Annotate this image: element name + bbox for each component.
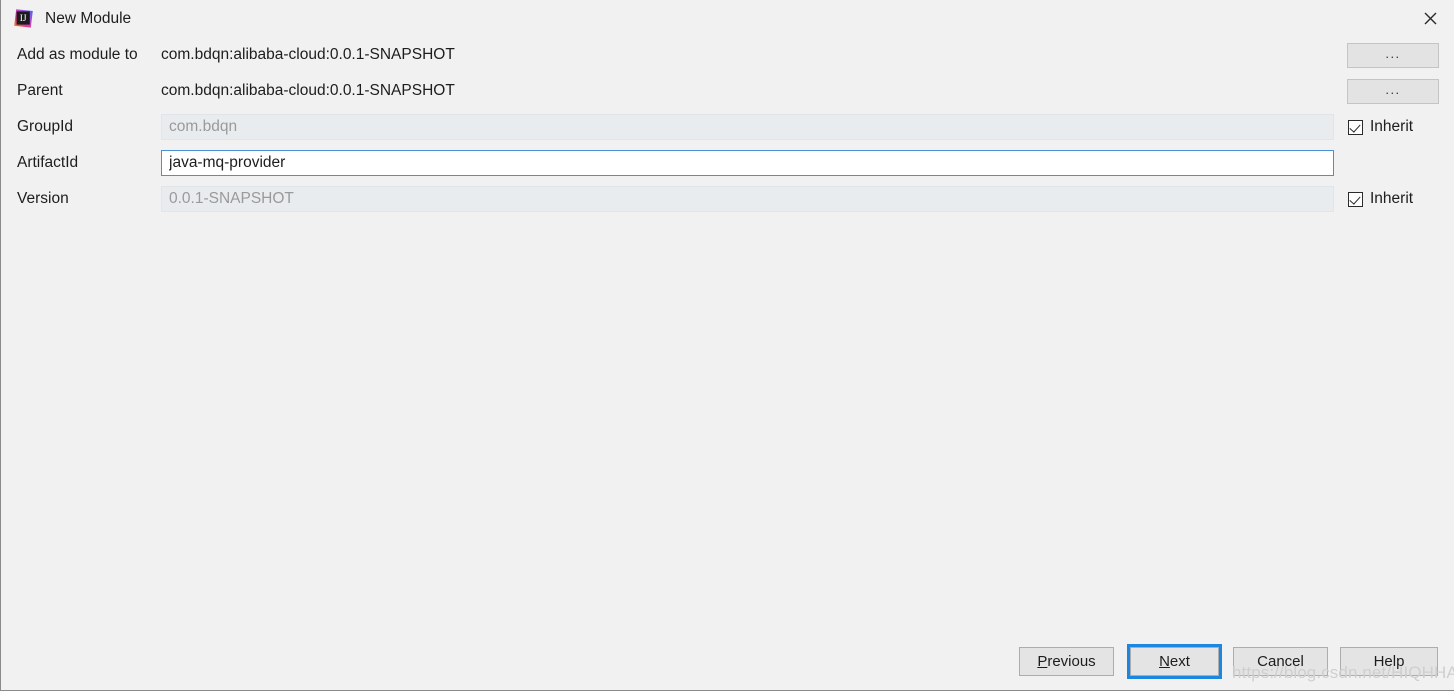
form-row-add-as-module-to: Add as module to com.bdqn:alibaba-cloud:… [1, 37, 1454, 73]
form-row-artifactid: ArtifactId [1, 145, 1454, 181]
label-artifactid: ArtifactId [17, 154, 79, 171]
label-add-as-module-to: Add as module to [17, 46, 138, 63]
value-parent: com.bdqn:alibaba-cloud:0.0.1-SNAPSHOT [161, 82, 455, 99]
dialog-title-bar: IJ New Module [1, 0, 1454, 37]
dialog-button-bar: Previous Next Cancel Help [1, 635, 1454, 690]
checkbox-checked-icon [1348, 119, 1363, 135]
groupid-inherit-label: Inherit [1370, 118, 1414, 135]
next-mnemonic: N [1159, 653, 1170, 670]
groupid-input[interactable] [161, 114, 1334, 140]
version-inherit-checkbox[interactable]: Inherit [1348, 187, 1413, 211]
dialog-title: New Module [45, 10, 132, 27]
next-label: ext [1169, 653, 1190, 670]
intellij-idea-icon: IJ [13, 8, 34, 29]
groupid-inherit-checkbox[interactable]: Inherit [1348, 115, 1413, 139]
new-module-dialog: IJ New Module Add as module to com.bdqn:… [0, 0, 1454, 691]
help-button[interactable]: Help [1340, 647, 1438, 676]
label-groupid: GroupId [17, 118, 74, 135]
browse-add-as-module-to-button[interactable]: ... [1347, 43, 1439, 68]
browse-parent-button[interactable]: ... [1347, 79, 1439, 104]
version-inherit-label: Inherit [1370, 190, 1414, 207]
value-add-as-module-to: com.bdqn:alibaba-cloud:0.0.1-SNAPSHOT [161, 46, 455, 63]
form-row-parent: Parent com.bdqn:alibaba-cloud:0.0.1-SNAP… [1, 73, 1454, 109]
version-input[interactable] [161, 186, 1334, 212]
cancel-button[interactable]: Cancel [1233, 647, 1328, 676]
form-row-groupid: GroupId Inherit [1, 109, 1454, 145]
previous-mnemonic: P [1037, 653, 1048, 670]
label-parent: Parent [17, 82, 63, 99]
previous-label: revious [1047, 653, 1096, 670]
label-version: Version [17, 190, 69, 207]
artifactid-input[interactable] [161, 150, 1334, 176]
checkbox-checked-icon [1348, 191, 1363, 207]
module-form: Add as module to com.bdqn:alibaba-cloud:… [1, 37, 1454, 217]
previous-button[interactable]: Previous [1019, 647, 1114, 676]
next-button[interactable]: Next [1127, 644, 1222, 679]
close-icon[interactable] [1407, 0, 1454, 36]
svg-text:IJ: IJ [20, 14, 27, 24]
form-row-version: Version Inherit [1, 181, 1454, 217]
